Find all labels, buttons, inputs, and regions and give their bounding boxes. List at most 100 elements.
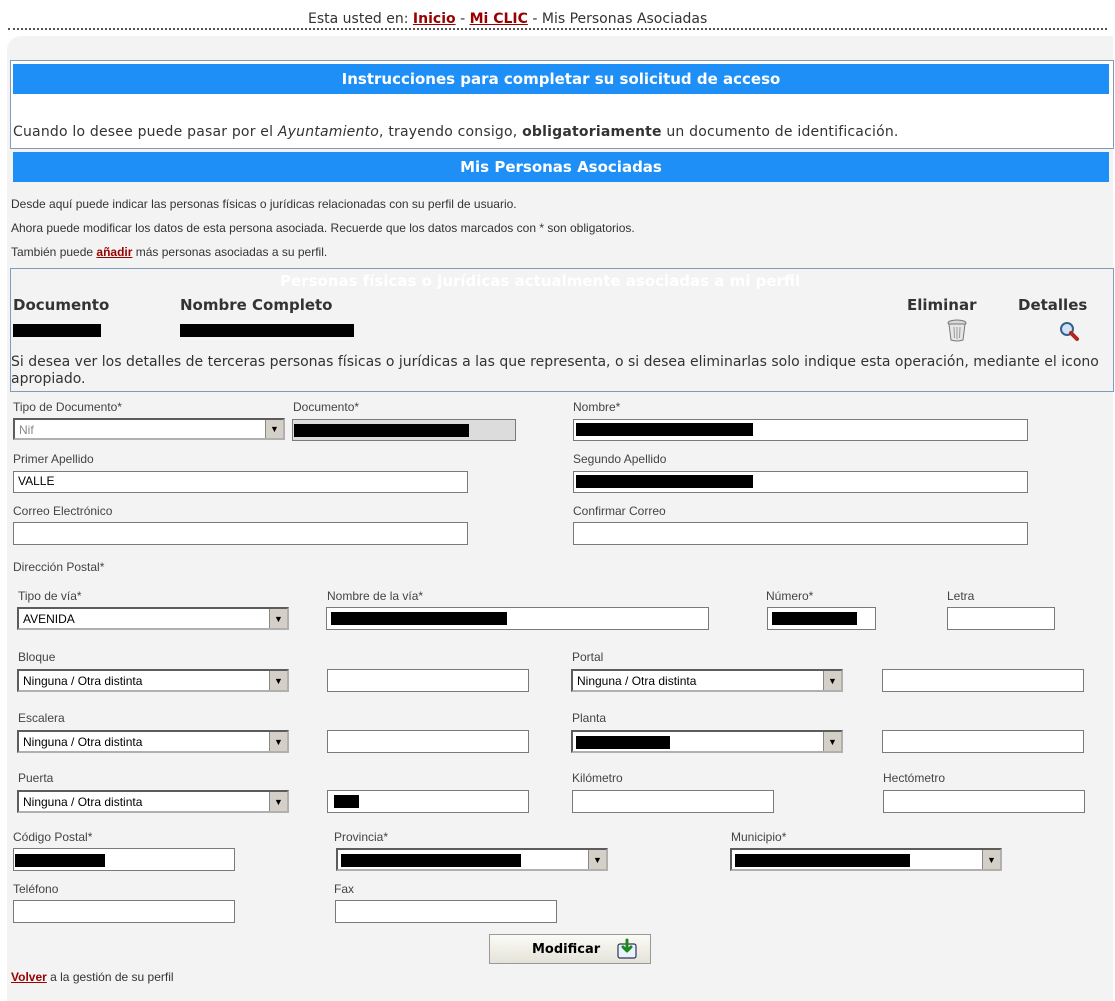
chevron-down-icon: ▼ <box>269 671 287 690</box>
label-planta: Planta <box>572 711 607 725</box>
planta-otro-input[interactable] <box>882 730 1084 753</box>
label-municipio: Municipio* <box>731 830 787 844</box>
hectometro-input[interactable] <box>883 790 1085 813</box>
footer-suffix: a la gestión de su perfil <box>46 970 174 984</box>
instructions-text-part: un documento de identificación. <box>661 124 899 140</box>
column-header-documento: Documento <box>13 296 110 314</box>
breadcrumb-prefix: Esta usted en: <box>308 11 409 27</box>
chevron-down-icon: ▼ <box>269 732 287 751</box>
section-line-3-suffix: más personas asociadas a su perfil. <box>132 245 328 259</box>
primer-apellido-value: VALLE <box>18 474 55 488</box>
numero-input[interactable] <box>767 607 876 630</box>
segundo-apellido-input[interactable] <box>573 471 1028 493</box>
breadcrumb-separator: - <box>460 11 470 27</box>
column-header-eliminar: Eliminar <box>907 296 977 314</box>
label-documento: Documento* <box>293 400 360 414</box>
municipio-select[interactable]: ▼ <box>730 848 1002 871</box>
label-numero: Número* <box>766 589 814 603</box>
breadcrumb-text: Esta usted en: Inicio - Mi CLIC - Mis Pe… <box>308 11 707 27</box>
breadcrumb-current: Mis Personas Asociadas <box>541 11 708 27</box>
chevron-down-icon: ▼ <box>823 732 841 751</box>
puerta-select[interactable]: Ninguna / Otra distinta ▼ <box>17 790 289 813</box>
redacted-value <box>576 423 753 436</box>
correo-input[interactable] <box>13 522 468 545</box>
column-header-nombre: Nombre Completo <box>180 296 333 314</box>
portal-select[interactable]: Ninguna / Otra distinta ▼ <box>571 669 843 692</box>
bloque-value: Ninguna / Otra distinta <box>23 674 143 688</box>
label-fax: Fax <box>334 882 355 896</box>
label-letra: Letra <box>947 589 975 603</box>
letra-input[interactable] <box>947 607 1055 630</box>
confirmar-correo-input[interactable] <box>573 522 1028 545</box>
add-link[interactable]: añadir <box>96 245 132 259</box>
label-nombre-via: Nombre de la vía* <box>327 589 424 603</box>
telefono-input[interactable] <box>13 900 235 923</box>
modificar-button-label: Modificar <box>532 942 601 957</box>
trash-icon[interactable] <box>946 318 968 342</box>
escalera-select[interactable]: Ninguna / Otra distinta ▼ <box>17 730 289 753</box>
redacted-documento <box>13 324 101 337</box>
label-kilometro: Kilómetro <box>572 771 623 785</box>
footer-text: Volver a la gestión de su perfil <box>11 970 174 984</box>
instructions-text-strong: obligatoriamente <box>522 124 662 140</box>
chevron-down-icon: ▼ <box>265 420 283 438</box>
escalera-value: Ninguna / Otra distinta <box>23 735 143 749</box>
redacted-value <box>772 612 857 625</box>
section-line-3: También puede añadir más personas asocia… <box>11 245 327 259</box>
label-primer-apellido: Primer Apellido <box>13 452 94 466</box>
instructions-text-em: Ayuntamiento <box>277 124 380 140</box>
escalera-otro-input[interactable] <box>327 730 529 753</box>
portal-value: Ninguna / Otra distinta <box>577 674 697 688</box>
label-provincia: Provincia* <box>334 830 389 844</box>
nombre-via-input[interactable] <box>326 607 709 630</box>
puerta-value: Ninguna / Otra distinta <box>23 795 143 809</box>
redacted-value <box>735 854 910 867</box>
primer-apellido-input[interactable]: VALLE <box>13 471 468 493</box>
kilometro-input[interactable] <box>572 790 774 813</box>
section-title: Mis Personas Asociadas <box>13 152 1109 182</box>
portal-otro-input[interactable] <box>882 669 1084 692</box>
label-segundo-apellido: Segundo Apellido <box>573 452 667 466</box>
section-line-2: Ahora puede modificar los datos de esta … <box>11 221 635 235</box>
label-direccion-postal: Dirección Postal* <box>13 560 105 574</box>
modificar-button[interactable]: Modificar <box>489 934 651 964</box>
bloque-select[interactable]: Ninguna / Otra distinta ▼ <box>17 669 289 692</box>
volver-link[interactable]: Volver <box>11 970 47 984</box>
provincia-select[interactable]: ▼ <box>336 848 608 871</box>
planta-select[interactable]: ▼ <box>571 730 843 753</box>
instructions-title: Instrucciones para completar su solicitu… <box>13 64 1109 94</box>
redacted-value <box>331 612 507 625</box>
redacted-value <box>294 424 469 437</box>
redacted-value <box>341 854 521 867</box>
documento-input[interactable] <box>292 419 516 441</box>
magnifier-icon[interactable] <box>1058 320 1080 342</box>
label-bloque: Bloque <box>18 650 56 664</box>
label-correo: Correo Electrónico <box>13 504 113 518</box>
nombre-input[interactable] <box>573 419 1028 441</box>
label-telefono: Teléfono <box>13 882 59 896</box>
label-codigo-postal: Código Postal* <box>13 830 93 844</box>
chevron-down-icon: ▼ <box>269 609 287 628</box>
tipo-via-select[interactable]: AVENIDA ▼ <box>17 607 289 630</box>
breadcrumb-link-inicio[interactable]: Inicio <box>413 11 456 27</box>
bloque-otro-input[interactable] <box>327 669 529 692</box>
fax-input[interactable] <box>335 900 557 923</box>
instructions-text: Cuando lo desee puede pasar por el Ayunt… <box>13 124 899 140</box>
associated-table-note: Si desea ver los detalles de terceras pe… <box>11 354 1099 387</box>
tipo-documento-select[interactable]: Nif ▼ <box>13 418 285 440</box>
breadcrumb-link-mi-clic[interactable]: Mi CLIC <box>470 11 528 27</box>
chevron-down-icon: ▼ <box>982 850 1000 869</box>
label-hectometro: Hectómetro <box>883 771 946 785</box>
section-line-1: Desde aquí puede indicar las personas fí… <box>11 197 517 211</box>
breadcrumb-divider <box>8 28 1107 30</box>
column-header-detalles: Detalles <box>1018 296 1088 314</box>
chevron-down-icon: ▼ <box>269 792 287 811</box>
breadcrumb-separator: - <box>532 11 542 27</box>
download-arrow-icon <box>616 938 638 960</box>
puerta-otro-input[interactable] <box>327 790 529 813</box>
label-confirmar-correo: Confirmar Correo <box>573 504 666 518</box>
codigo-postal-input[interactable] <box>13 848 235 871</box>
breadcrumb: Esta usted en: Inicio - Mi CLIC - Mis Pe… <box>0 8 1115 30</box>
label-portal: Portal <box>572 650 604 664</box>
instructions-text-part: Cuando lo desee puede pasar por el <box>13 124 278 140</box>
